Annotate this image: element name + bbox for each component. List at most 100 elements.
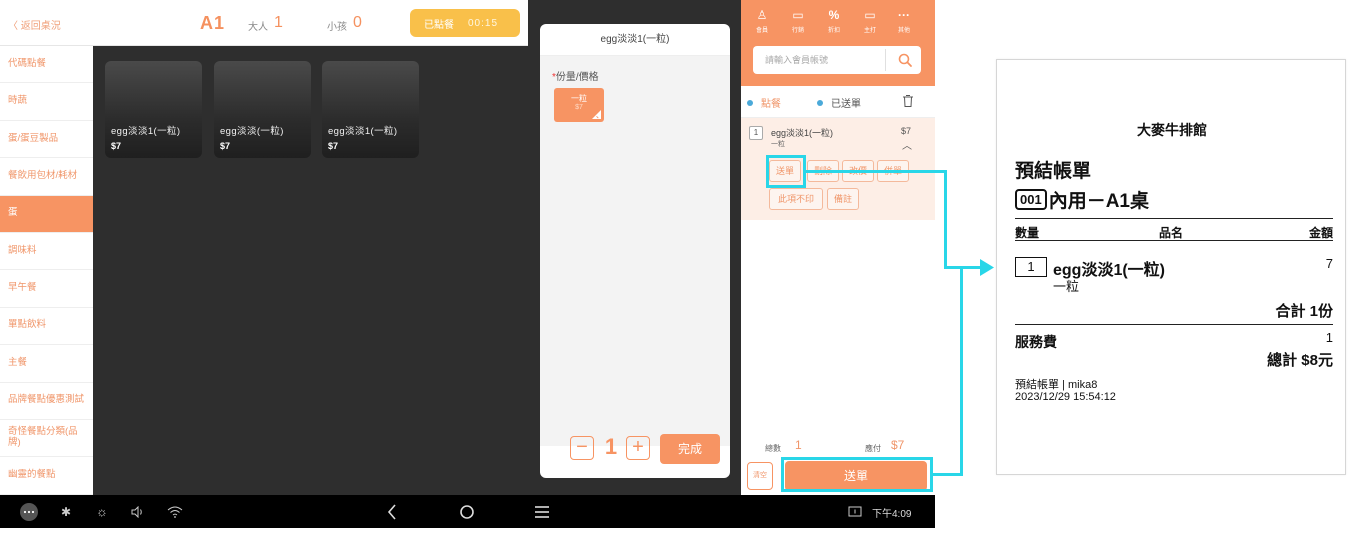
child-count[interactable]: 0	[353, 14, 362, 32]
pos-tablet-screen: 〈 返回桌況 A1 大人 1 小孩 0 已點餐 00:15 代碼點餐 時蔬 蛋/…	[0, 0, 935, 528]
receipt-col-qty: 數量	[1015, 226, 1040, 240]
product-name: egg淡淡1(一粒)	[328, 126, 398, 137]
more-icon: ···	[898, 8, 910, 22]
card-icon: ▭	[792, 8, 804, 22]
trash-icon[interactable]	[901, 94, 915, 108]
adult-label: 大人	[248, 22, 268, 33]
receipt-divider	[1015, 324, 1333, 325]
order-toolbar: ♙ 會員 ▭ 行銷 % 折扣 ▭ 主打 ··· 其他	[741, 0, 935, 86]
receipt-service-label: 服務費	[1015, 334, 1057, 350]
receipt-divider	[1015, 240, 1333, 241]
receipt-col-amount: 金額	[1308, 226, 1333, 240]
search-divider	[885, 49, 886, 71]
product-price: $7	[220, 141, 231, 151]
item-option-panel: egg淡淡1(一粒) *份量/價格 一粒 $7 − 1 + 完成	[540, 24, 730, 478]
category-item[interactable]: 單點飲料	[0, 308, 93, 346]
highlight-send-order	[781, 457, 933, 492]
category-item[interactable]: 早午餐	[0, 270, 93, 308]
order-item-qty[interactable]: 1	[749, 126, 763, 140]
receipt-col-name: 品名	[1159, 226, 1184, 240]
screen-icon[interactable]	[846, 495, 864, 528]
arrow-right-icon	[980, 259, 994, 276]
chevron-up-icon[interactable]: ︿	[902, 137, 912, 152]
ordered-status-button[interactable]: 已點餐 00:15	[410, 9, 520, 37]
receipt-order-type: 內用－A1桌	[1048, 191, 1149, 212]
product-tile[interactable]: egg淡淡1(一粒) $7	[322, 61, 419, 158]
tool-label: 折扣	[827, 28, 840, 34]
category-item[interactable]: 奇怪餐點分類(品牌)	[0, 420, 93, 458]
size-option-button[interactable]: 一粒 $7	[554, 88, 604, 122]
discount-tool-button[interactable]: % 折扣	[819, 9, 849, 34]
receipt-footer-timestamp: 2023/12/29 15:54:12	[1015, 391, 1116, 403]
size-price-text: 份量/價格	[555, 72, 599, 83]
category-item[interactable]: 代碼點餐	[0, 46, 93, 84]
search-icon[interactable]	[897, 52, 913, 68]
category-label: 蛋	[8, 207, 18, 219]
receipt-service-value: 1	[1325, 330, 1333, 345]
connector-line	[944, 170, 947, 268]
more-tool-button[interactable]: ··· 其他	[889, 9, 919, 34]
connector-line	[960, 266, 963, 476]
note-button[interactable]: 備註	[827, 188, 859, 210]
selected-check-icon	[592, 110, 601, 119]
more-menu-icon[interactable]	[18, 495, 40, 528]
wifi-icon[interactable]	[166, 495, 184, 528]
menu-nav-icon[interactable]	[532, 495, 552, 528]
highlight-send-item	[766, 155, 806, 188]
category-item[interactable]: 餐飲用包材/耗材	[0, 158, 93, 196]
home-nav-icon[interactable]	[457, 495, 477, 528]
tool-label: 會員	[755, 28, 768, 34]
tab-ordering[interactable]: 點餐	[747, 95, 781, 110]
done-button[interactable]: 完成	[660, 434, 720, 464]
product-price: $7	[328, 141, 339, 151]
receipt-item-option: 一粒	[1053, 279, 1080, 294]
tool-label: 行銷	[791, 28, 804, 34]
category-item[interactable]: 主餐	[0, 345, 93, 383]
table-name: A1	[200, 13, 226, 33]
tab-dot-icon	[747, 99, 753, 106]
marketing-tool-button[interactable]: ▭ 行銷	[783, 9, 813, 34]
member-search-input[interactable]	[753, 46, 885, 74]
order-tabs: 點餐 已送單	[741, 86, 935, 118]
tab-sent-label: 已送單	[831, 99, 861, 110]
receipt-divider	[1015, 218, 1333, 219]
system-navigation-bar: ✱ ☼ 下午4:09	[0, 495, 935, 528]
size-price-label: *份量/價格	[552, 68, 599, 83]
no-print-button[interactable]: 此項不印	[769, 188, 823, 210]
category-label: 餐飲用包材/耗材	[8, 169, 78, 181]
receipt-item-qty: 1	[1015, 257, 1047, 277]
receipt-title: 預結帳單	[1015, 161, 1092, 182]
category-label: 早午餐	[8, 282, 37, 294]
volume-icon[interactable]	[130, 495, 146, 528]
category-label: 單點飲料	[8, 319, 47, 331]
category-item[interactable]: 調味料	[0, 233, 93, 271]
product-tile[interactable]: egg淡淡1(一粒) $7	[105, 61, 202, 158]
brightness-icon[interactable]: ☼	[94, 495, 110, 528]
product-tile[interactable]: egg淡淡(一粒) $7	[214, 61, 311, 158]
member-tool-button[interactable]: ♙ 會員	[747, 9, 777, 34]
ordered-label: 已點餐	[424, 19, 454, 31]
order-pane: ♙ 會員 ▭ 行銷 % 折扣 ▭ 主打 ··· 其他 請輸入會員帳號 點餐 已送…	[741, 0, 935, 495]
tab-sent[interactable]: 已送單	[817, 95, 861, 110]
quantity-minus-button[interactable]: −	[570, 436, 594, 460]
quantity-plus-button[interactable]: +	[626, 436, 650, 460]
product-name: egg淡淡1(一粒)	[111, 126, 181, 137]
quantity-value: 1	[604, 434, 618, 459]
category-item[interactable]: 蛋/蛋豆製品	[0, 121, 93, 159]
back-nav-icon[interactable]	[382, 495, 402, 528]
category-item[interactable]: 時蔬	[0, 83, 93, 121]
bluetooth-icon[interactable]: ✱	[58, 495, 74, 528]
product-name: egg淡淡(一粒)	[220, 126, 284, 137]
category-item[interactable]: 幽靈的餐點	[0, 457, 93, 495]
back-to-tables-link[interactable]: 〈 返回桌況	[8, 17, 61, 32]
pre-bill-receipt: 大麥牛排館 預結帳單 001 內用－A1桌 數量 品名 金額 1 egg淡淡1(…	[996, 59, 1346, 475]
clear-order-button[interactable]: 清空	[747, 462, 773, 490]
order-item-price: $7	[901, 126, 912, 136]
adult-count[interactable]: 1	[274, 14, 283, 32]
featured-tool-button[interactable]: ▭ 主打	[855, 9, 885, 34]
receipt-store-name: 大麥牛排館	[1137, 122, 1207, 138]
receipt-order-number: 001	[1015, 189, 1047, 210]
category-item[interactable]: 品牌餐點優惠測試	[0, 383, 93, 420]
connector-line	[944, 266, 984, 269]
category-item-active[interactable]: 蛋	[0, 195, 93, 233]
